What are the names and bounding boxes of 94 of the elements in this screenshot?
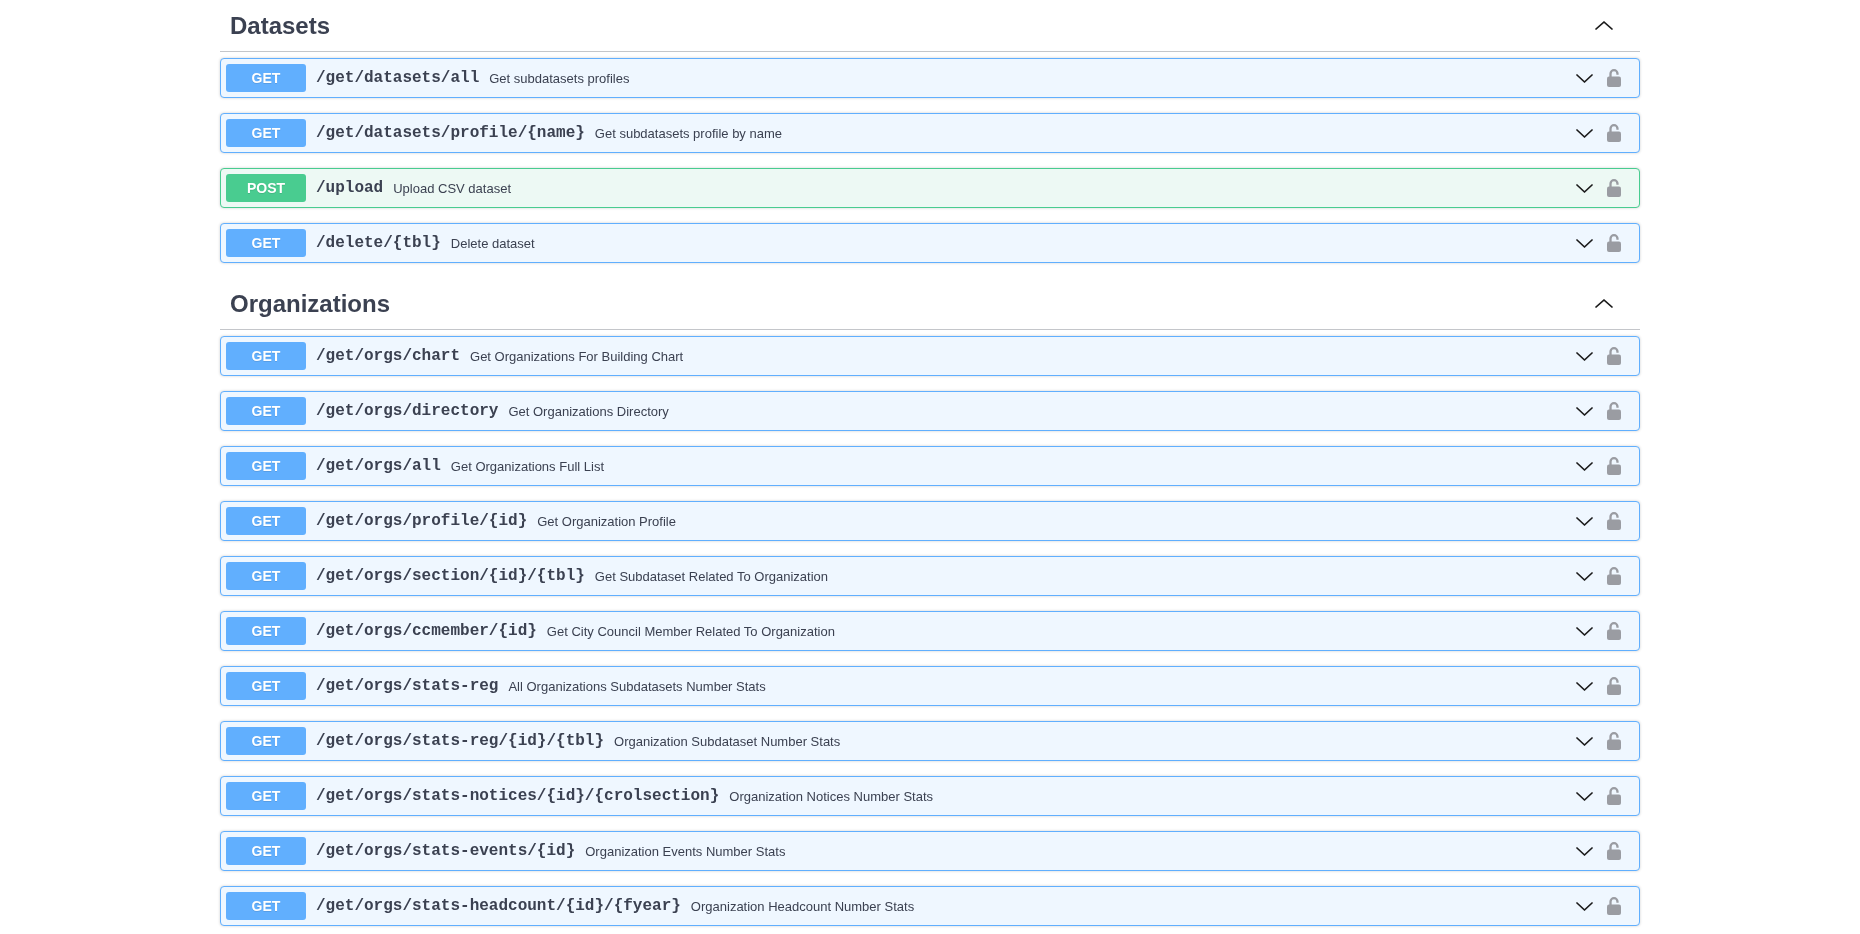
open-padlock-icon[interactable]	[1607, 124, 1621, 142]
method-badge: GET	[226, 892, 306, 920]
section-title[interactable]: Datasets	[230, 12, 331, 39]
open-padlock-icon[interactable]	[1607, 842, 1621, 860]
endpoint-summary: All Organizations Subdatasets Number Stats	[508, 679, 766, 694]
chevron-down-icon[interactable]	[1576, 183, 1593, 193]
endpoint-summary: Delete dataset	[450, 236, 535, 251]
endpoint-path: /get/datasets/all	[315, 69, 481, 87]
method-badge: GET	[226, 342, 306, 370]
endpoint-path: /get/datasets/profile/{name}	[315, 124, 586, 142]
chevron-down-icon[interactable]	[1576, 128, 1593, 138]
endpoint-path: /upload	[315, 179, 385, 197]
operation-row[interactable]: GET /get/orgs/stats-reg/{id}/{tbl} Organization Subdataset Number Stats	[220, 721, 1640, 761]
chevron-up-icon[interactable]	[1595, 21, 1613, 30]
endpoint-summary: Get Subdataset Related To Organization	[594, 569, 829, 584]
chevron-down-icon[interactable]	[1576, 351, 1593, 361]
chevron-up-icon[interactable]	[1595, 299, 1613, 308]
method-badge: GET	[226, 562, 306, 590]
chevron-down-icon[interactable]	[1576, 736, 1593, 746]
endpoint-summary: Upload CSV dataset	[393, 181, 511, 196]
operation-row[interactable]: GET /get/datasets/profile/{name} Get subdatasets profile by name	[220, 113, 1640, 153]
open-padlock-icon[interactable]	[1607, 622, 1621, 640]
method-badge: GET	[226, 64, 306, 92]
open-padlock-icon[interactable]	[1607, 677, 1621, 695]
operation-row[interactable]: GET /get/orgs/all Get Organizations Full List	[220, 446, 1640, 486]
chevron-down-icon[interactable]	[1576, 791, 1593, 801]
endpoint-path: /get/orgs/ccmember/{id}	[315, 622, 538, 640]
section-title[interactable]: Organizations	[230, 290, 391, 317]
operation-row[interactable]: GET /get/orgs/stats-reg All Organizations Subdatasets Number Stats	[220, 666, 1640, 706]
open-padlock-icon[interactable]	[1607, 234, 1621, 252]
endpoint-summary: Organization Events Number Stats	[585, 844, 786, 859]
endpoint-path: /get/orgs/stats-reg	[315, 677, 500, 695]
method-badge: GET	[226, 397, 306, 425]
open-padlock-icon[interactable]	[1607, 347, 1621, 365]
endpoint-path: /get/orgs/directory	[315, 402, 500, 420]
method-badge: GET	[226, 229, 306, 257]
open-padlock-icon[interactable]	[1607, 897, 1621, 915]
chevron-down-icon[interactable]	[1576, 406, 1593, 416]
endpoint-summary: Get subdatasets profiles	[489, 71, 630, 86]
operation-row[interactable]: GET /get/orgs/section/{id}/{tbl} Get Subdataset Related To Organization	[220, 556, 1640, 596]
endpoint-summary: Get Organizations Full List	[450, 459, 604, 474]
method-badge: POST	[226, 174, 306, 202]
operation-row[interactable]: GET /get/orgs/ccmember/{id} Get City Council Member Related To Organization	[220, 611, 1640, 651]
chevron-down-icon[interactable]	[1576, 238, 1593, 248]
open-padlock-icon[interactable]	[1607, 179, 1621, 197]
method-badge: GET	[226, 617, 306, 645]
open-padlock-icon[interactable]	[1607, 457, 1621, 475]
operation-row[interactable]: GET /get/datasets/all Get subdatasets profiles	[220, 58, 1640, 98]
endpoint-summary: Organization Notices Number Stats	[729, 789, 934, 804]
chevron-down-icon[interactable]	[1576, 516, 1593, 526]
endpoint-path: /get/orgs/all	[315, 457, 442, 475]
open-padlock-icon[interactable]	[1607, 402, 1621, 420]
method-badge: GET	[226, 507, 306, 535]
chevron-down-icon[interactable]	[1576, 626, 1593, 636]
method-badge: GET	[226, 119, 306, 147]
open-padlock-icon[interactable]	[1607, 732, 1621, 750]
operation-row[interactable]: GET /get/orgs/directory Get Organizations Directory	[220, 391, 1640, 431]
open-padlock-icon[interactable]	[1607, 567, 1621, 585]
endpoint-summary: Get Organizations Directory	[508, 404, 669, 419]
operation-row[interactable]: GET /get/orgs/profile/{id} Get Organization Profile	[220, 501, 1640, 541]
chevron-down-icon[interactable]	[1576, 681, 1593, 691]
method-badge: GET	[226, 727, 306, 755]
chevron-down-icon[interactable]	[1576, 901, 1593, 911]
operation-row[interactable]: POST /upload Upload CSV dataset	[220, 168, 1640, 208]
method-badge: GET	[226, 452, 306, 480]
endpoint-path: /get/orgs/stats-headcount/{id}/{fyear}	[315, 897, 682, 915]
endpoint-path: /get/orgs/stats-events/{id}	[315, 842, 577, 860]
open-padlock-icon[interactable]	[1607, 787, 1621, 805]
method-badge: GET	[226, 672, 306, 700]
chevron-down-icon[interactable]	[1576, 73, 1593, 83]
chevron-down-icon[interactable]	[1576, 846, 1593, 856]
chevron-down-icon[interactable]	[1576, 571, 1593, 581]
endpoint-path: /get/orgs/stats-notices/{id}/{crolsection}	[315, 787, 721, 805]
operation-row[interactable]: GET /get/orgs/stats-headcount/{id}/{fyear} Organization Headcount Number Stats	[220, 886, 1640, 926]
endpoint-summary: Get subdatasets profile by name	[594, 126, 782, 141]
operation-row[interactable]: GET /delete/{tbl} Delete dataset	[220, 223, 1640, 263]
endpoint-path: /get/orgs/section/{id}/{tbl}	[315, 567, 586, 585]
endpoint-path: /get/orgs/stats-reg/{id}/{tbl}	[315, 732, 606, 750]
method-badge: GET	[226, 782, 306, 810]
method-badge: GET	[226, 837, 306, 865]
operation-row[interactable]: GET /get/orgs/stats-notices/{id}/{crolsection} Organization Notices Number Stats	[220, 776, 1640, 816]
endpoint-summary: Get Organization Profile	[537, 514, 676, 529]
endpoint-summary: Organization Subdataset Number Stats	[614, 734, 841, 749]
chevron-down-icon[interactable]	[1576, 461, 1593, 471]
endpoint-path: /get/orgs/profile/{id}	[315, 512, 529, 530]
open-padlock-icon[interactable]	[1607, 69, 1621, 87]
endpoint-summary: Get Organizations For Building Chart	[470, 349, 684, 364]
operation-row[interactable]: GET /get/orgs/stats-events/{id} Organization Events Number Stats	[220, 831, 1640, 871]
endpoint-summary: Organization Headcount Number Stats	[690, 899, 915, 914]
endpoint-path: /delete/{tbl}	[315, 234, 442, 252]
endpoint-summary: Get City Council Member Related To Organization	[546, 624, 835, 639]
operation-row[interactable]: GET /get/orgs/chart Get Organizations For Building Chart	[220, 336, 1640, 376]
endpoint-path: /get/orgs/chart	[315, 347, 462, 365]
open-padlock-icon[interactable]	[1607, 512, 1621, 530]
